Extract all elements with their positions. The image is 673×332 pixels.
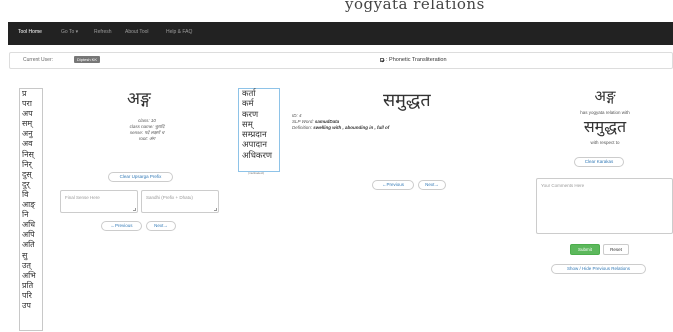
final-sense-input[interactable]: Final Sense Here [60, 190, 138, 213]
phonetic-checkbox[interactable] [380, 57, 384, 62]
user-badge: Diptesh KK [74, 56, 101, 63]
nav-go-to-dropdown[interactable]: Go To ▾ [61, 29, 78, 35]
karaka-option[interactable]: कर्ता [239, 89, 279, 99]
app-title: yogyata relations [345, 0, 485, 13]
class-line: class: 10 [138, 118, 156, 123]
prefix-option[interactable]: प्र [20, 89, 42, 99]
prefix-option[interactable]: अप [20, 109, 42, 119]
respect-text: with respect to [590, 140, 620, 145]
word-id-value: 4 [299, 113, 302, 118]
prefix-option[interactable]: दुस् [20, 170, 42, 180]
sandhi-input[interactable]: Sandhi (Prefix + Dhatu) [141, 190, 219, 213]
nav-help-faq[interactable]: Help & FAQ [166, 29, 192, 35]
sandhi-placeholder: Sandhi (Prefix + Dhatu) [146, 195, 193, 200]
left-word: अङ्ग [127, 89, 151, 109]
prefix-option[interactable]: उत् [20, 261, 42, 271]
word-id: ID: 4 [292, 113, 302, 118]
top-navbar: Tool Home Go To ▾ Refresh About Tool Hel… [8, 22, 673, 45]
upasarga-prefix-list[interactable]: प्र परा अप सम् अनु अव निस् निर् दुस् दुर… [19, 88, 43, 331]
prefix-option[interactable]: परा [20, 99, 42, 109]
slp-word-label: SLP Word: [292, 119, 314, 124]
karaka-option[interactable]: सम्प्रदान [239, 130, 279, 140]
show-hide-relations-button[interactable]: Show / Hide Previous Relations [551, 264, 646, 274]
karaka-select-list[interactable]: कर्ता कर्म करण सम् सम्प्रदान अपादान अधिक… [238, 88, 280, 172]
prefix-option[interactable]: सु [20, 251, 42, 261]
resize-handle-icon[interactable] [133, 208, 136, 211]
karaka-option[interactable]: सम् [239, 120, 279, 130]
user-panel: Current User: Diptesh KK : Phonetic Tran… [9, 52, 673, 69]
root-line: root: अंग [138, 136, 156, 141]
middle-next-button[interactable]: Next→ [418, 180, 446, 190]
left-next-button[interactable]: Next→ [146, 221, 176, 231]
prefix-option[interactable]: अति [20, 240, 42, 250]
karaka-option[interactable]: अधिकरण [239, 151, 279, 161]
prefix-option[interactable]: निस् [20, 150, 42, 160]
left-previous-button[interactable]: ←Previous [101, 221, 142, 231]
prefix-option[interactable]: नि [20, 210, 42, 220]
word-id-label: ID: [292, 113, 298, 118]
prefix-option[interactable]: अव [20, 139, 42, 149]
multiselect-hint: (multiselect) [248, 171, 265, 175]
phonetic-label: : Phonetic Transliteration [386, 57, 447, 63]
prefix-option[interactable]: सम् [20, 119, 42, 129]
middle-previous-button[interactable]: ←Previous [372, 180, 414, 190]
submit-button[interactable]: Submit [570, 244, 600, 255]
prefix-option[interactable]: अधि [20, 220, 42, 230]
prefix-option[interactable]: प्रति [20, 281, 42, 291]
prefix-option[interactable]: वि [20, 190, 42, 200]
karaka-option[interactable]: कर्म [239, 99, 279, 109]
reset-button[interactable]: Reset [603, 244, 629, 255]
nav-refresh[interactable]: Refresh [94, 29, 112, 35]
comments-textarea[interactable]: Your Comments Here [536, 178, 673, 234]
prefix-option[interactable]: निर् [20, 160, 42, 170]
middle-word: समुद्धत [383, 90, 431, 111]
karaka-option[interactable]: अपादान [239, 140, 279, 150]
right-word-2: समुद्धत [583, 117, 627, 136]
definition: Definition: swelling with , abounding in… [292, 125, 389, 130]
prefix-option[interactable]: परि [20, 291, 42, 301]
clear-upasarga-button[interactable]: Clear Upsarga Prefix [108, 172, 173, 182]
final-sense-placeholder: Final Sense Here [65, 195, 100, 200]
definition-label: Definition: [292, 125, 313, 130]
current-user-label: Current User: [23, 57, 54, 63]
prefix-option[interactable]: उप [20, 301, 42, 311]
comments-placeholder: Your Comments Here [541, 183, 585, 188]
slp-word-value: samudData [314, 119, 340, 124]
slp-word: SLP Word: samudData [292, 119, 339, 124]
prefix-option[interactable]: दुर् [20, 180, 42, 190]
nav-about-tool[interactable]: About Tool [125, 29, 149, 35]
phonetic-transliteration-toggle[interactable]: : Phonetic Transliteration [380, 57, 447, 63]
definition-value: swelling with , abounding in , full of [313, 125, 390, 130]
prefix-option[interactable]: अपि [20, 230, 42, 240]
karaka-option[interactable]: करण [239, 110, 279, 120]
clear-karakas-button[interactable]: Clear Karakas [574, 157, 624, 167]
prefix-option[interactable]: आङ् [20, 200, 42, 210]
right-word-1: अङ्ग [594, 87, 616, 105]
nav-tool-home[interactable]: Tool Home [18, 29, 42, 35]
resize-handle-icon[interactable] [214, 208, 217, 211]
prefix-option[interactable]: अभि [20, 271, 42, 281]
prefix-option[interactable]: अनु [20, 129, 42, 139]
